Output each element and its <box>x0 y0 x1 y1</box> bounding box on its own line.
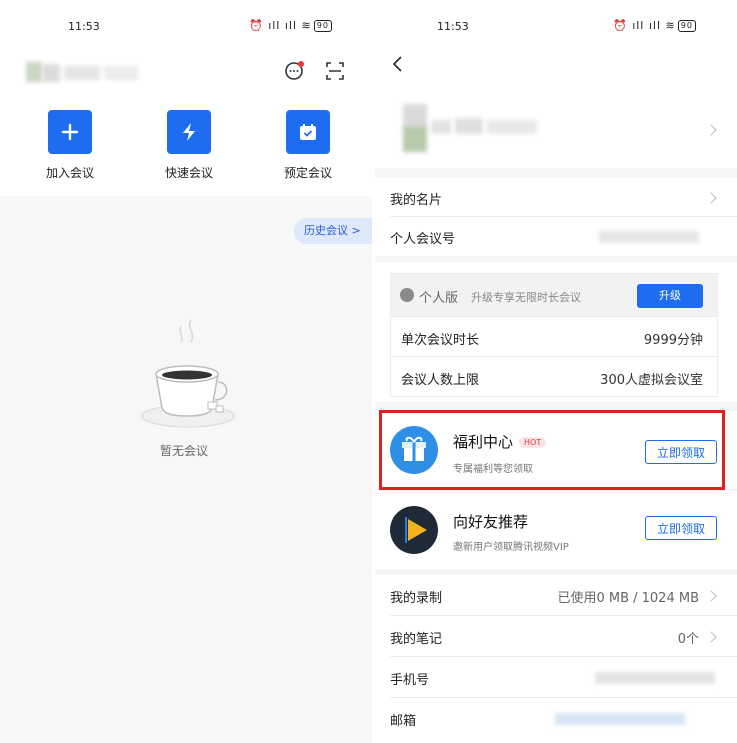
join-meeting-label: 加入会议 <box>45 166 94 180</box>
refer-friend-card[interactable]: 向好友推荐 邀新用户领取腾讯视频VIP 立即领取 <box>375 491 737 569</box>
coffee-cup-icon <box>136 318 246 430</box>
participant-limit-value: 300人虚拟会议室 <box>600 373 703 388</box>
status-bar: 11:53 ⏰ ıll ıll ≋ 90 <box>375 0 737 48</box>
battery-icon: 90 <box>677 20 696 32</box>
history-meetings-button[interactable]: 历史会议 > <box>294 218 372 244</box>
person-icon <box>400 288 414 302</box>
profile-avatar[interactable] <box>393 100 543 154</box>
highlight-box <box>379 410 725 490</box>
phone-value <box>595 672 715 684</box>
plan-edition: 个人版 <box>419 291 459 306</box>
refer-title: 向好友推荐 <box>453 513 529 531</box>
plan-row: 会议人数上限 300人虚拟会议室 <box>391 356 717 397</box>
chevron-right-icon <box>705 590 717 602</box>
participant-limit-label: 会议人数上限 <box>401 373 480 388</box>
phone-row[interactable]: 手机号 <box>375 657 737 697</box>
status-time: 11:53 <box>68 20 100 33</box>
notes-row[interactable]: 我的笔记 0个 <box>375 616 737 656</box>
chevron-right-icon <box>705 192 717 204</box>
meeting-duration-label: 单次会议时长 <box>401 333 480 348</box>
email-label: 邮箱 <box>390 714 417 729</box>
plan-card: 个人版 升级专享无限时长会议 升级 单次会议时长 9999分钟 会议人数上限 3… <box>390 273 718 397</box>
schedule-meeting-button[interactable]: 预定会议 <box>268 110 348 181</box>
profile-screen: 11:53 ⏰ ıll ıll ≋ 90 我的名片 个人会议号 个人版 升级专享… <box>375 0 737 743</box>
chevron-right-icon <box>705 631 717 643</box>
chat-icon[interactable] <box>284 60 306 82</box>
recordings-row[interactable]: 我的录制 已使用0 MB / 1024 MB <box>375 575 737 615</box>
status-bar: 11:53 ⏰ ıll ıll ≋ 90 <box>0 0 372 48</box>
meeting-duration-value: 9999分钟 <box>643 333 703 348</box>
calendar-check-icon <box>286 110 330 154</box>
recordings-label: 我的录制 <box>390 591 443 606</box>
personal-meeting-id-value <box>599 231 699 243</box>
profile-rows-top: 我的名片 个人会议号 <box>375 178 737 256</box>
back-arrow-icon[interactable] <box>390 56 406 72</box>
plan-description: 升级专享无限时长会议 <box>471 291 581 304</box>
personal-meeting-id-row[interactable]: 个人会议号 <box>375 217 737 256</box>
schedule-meeting-label: 预定会议 <box>283 166 332 180</box>
notes-value: 0个 <box>677 632 699 647</box>
battery-icon: 90 <box>313 20 332 32</box>
quick-meeting-button[interactable]: 快速会议 <box>149 110 229 181</box>
lightning-icon <box>167 110 211 154</box>
plan-header: 个人版 升级专享无限时长会议 升级 <box>391 274 717 316</box>
profile-rows-bottom: 我的录制 已使用0 MB / 1024 MB 我的笔记 0个 手机号 邮箱 <box>375 575 737 743</box>
refer-claim-button[interactable]: 立即领取 <box>645 516 717 540</box>
quick-meeting-label: 快速会议 <box>164 166 213 180</box>
upgrade-button[interactable]: 升级 <box>637 284 703 308</box>
status-time: 11:53 <box>437 20 469 33</box>
business-card-row[interactable]: 我的名片 <box>375 178 737 216</box>
status-icons: ⏰ ıll ıll ≋ 90 <box>249 19 332 32</box>
refer-subtitle: 邀新用户领取腾讯视频VIP <box>453 542 569 553</box>
chevron-right-icon <box>705 124 717 136</box>
profile-header[interactable] <box>375 48 737 168</box>
plus-icon <box>48 110 92 154</box>
join-meeting-button[interactable]: 加入会议 <box>30 110 110 181</box>
phone-label: 手机号 <box>390 673 430 688</box>
meetings-home-screen: 11:53 ⏰ ıll ıll ≋ 90 加入会议 快速会议 预定会议 历史会议 … <box>0 0 372 743</box>
empty-state-label: 暂无会议 <box>160 444 209 458</box>
email-row[interactable]: 邮箱 <box>375 698 737 743</box>
email-value <box>555 713 685 725</box>
status-icons: ⏰ ıll ıll ≋ 90 <box>613 19 696 32</box>
user-avatar[interactable] <box>22 62 142 84</box>
scan-icon[interactable] <box>324 60 346 82</box>
recordings-value: 已使用0 MB / 1024 MB <box>557 591 699 606</box>
plan-row: 单次会议时长 9999分钟 <box>391 316 717 357</box>
business-card-label: 我的名片 <box>390 193 443 208</box>
notes-label: 我的笔记 <box>390 632 443 647</box>
video-play-icon <box>389 505 439 555</box>
personal-meeting-id-label: 个人会议号 <box>390 232 456 247</box>
